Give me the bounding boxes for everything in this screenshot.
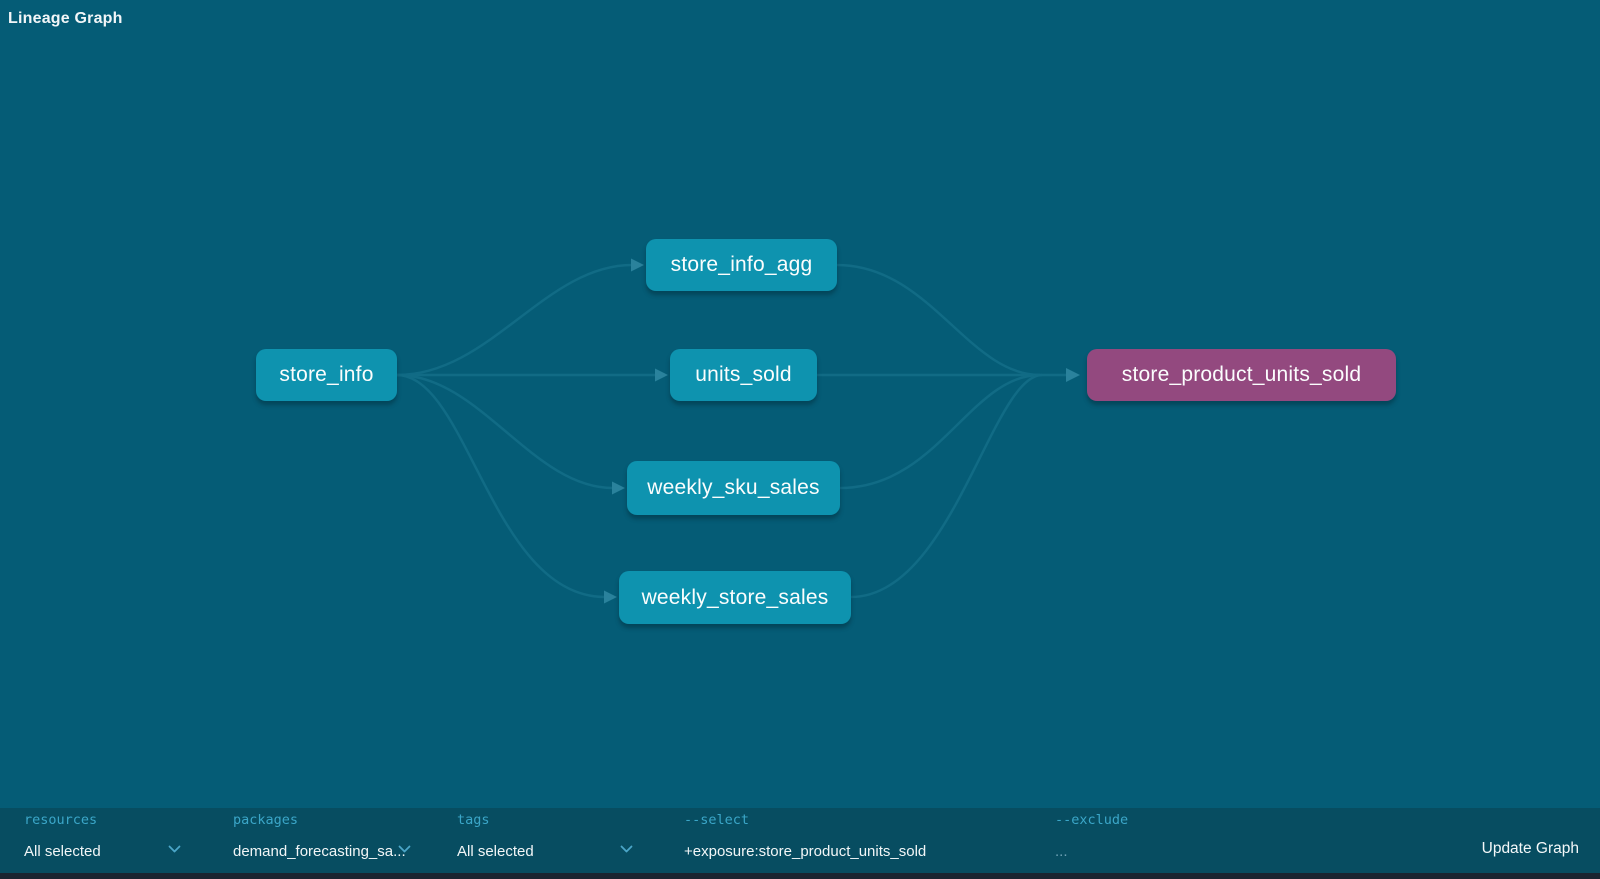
resources-dropdown-value: All selected: [24, 843, 101, 860]
edge-store_info-store_info_agg: [397, 265, 632, 375]
node-units_sold[interactable]: units_sold: [670, 349, 817, 401]
chevron-down-icon: [620, 845, 633, 854]
page-title: Lineage Graph: [8, 10, 123, 28]
edge-store_info-weekly_store_sales: [397, 375, 605, 597]
lineage-graph-app: Lineage Graph store_info: [0, 0, 1600, 879]
filter-packages: packages demand_forecasting_sa...: [233, 808, 417, 873]
arrowhead-icon: [1066, 368, 1080, 382]
packages-dropdown[interactable]: demand_forecasting_sa...: [233, 840, 417, 862]
arrowhead-icon: [655, 369, 668, 382]
chevron-down-icon: [168, 845, 181, 854]
graph-filter-toolbar: resources All selected packages demand_f…: [0, 808, 1600, 873]
chevron-down-icon: [398, 845, 411, 854]
filter-resources: resources All selected: [24, 808, 181, 873]
arrowhead-icon: [612, 482, 625, 495]
edge-weekly_sku_sales-exposure: [840, 375, 1040, 488]
tags-dropdown[interactable]: All selected: [457, 840, 633, 862]
filter-select: --select +exposure:store_product_units_s…: [684, 808, 1024, 873]
lineage-canvas[interactable]: store_info store_info_agg units_sold wee…: [0, 0, 1600, 808]
window-bottom-strip: [0, 873, 1600, 879]
filter-exclude: --exclude ...: [1055, 808, 1275, 873]
tags-dropdown-value: All selected: [457, 843, 534, 860]
filter-tags: tags All selected: [457, 808, 633, 873]
arrowhead-icon: [604, 591, 617, 604]
filter-resources-label: resources: [24, 812, 97, 828]
arrowhead-icon: [631, 259, 644, 272]
update-graph-button[interactable]: Update Graph: [1482, 838, 1579, 860]
node-store_info[interactable]: store_info: [256, 349, 397, 401]
edge-store_info_agg-exposure: [837, 265, 1040, 375]
edge-weekly_store_sales-exposure: [851, 375, 1042, 597]
filter-packages-label: packages: [233, 812, 298, 828]
exclude-input[interactable]: ...: [1055, 840, 1275, 862]
node-store_info_agg[interactable]: store_info_agg: [646, 239, 837, 291]
node-weekly_sku_sales[interactable]: weekly_sku_sales: [627, 461, 840, 515]
packages-dropdown-value: demand_forecasting_sa...: [233, 843, 406, 860]
filter-tags-label: tags: [457, 812, 490, 828]
node-store_product_units_sold[interactable]: store_product_units_sold: [1087, 349, 1396, 401]
filter-exclude-label: --exclude: [1055, 812, 1128, 828]
filter-select-label: --select: [684, 812, 749, 828]
select-input-value: +exposure:store_product_units_sold: [684, 843, 926, 860]
select-input[interactable]: +exposure:store_product_units_sold: [684, 840, 1024, 862]
exclude-input-value: ...: [1055, 843, 1068, 860]
lineage-edges: [0, 0, 1600, 808]
node-weekly_store_sales[interactable]: weekly_store_sales: [619, 571, 851, 624]
resources-dropdown[interactable]: All selected: [24, 840, 181, 862]
